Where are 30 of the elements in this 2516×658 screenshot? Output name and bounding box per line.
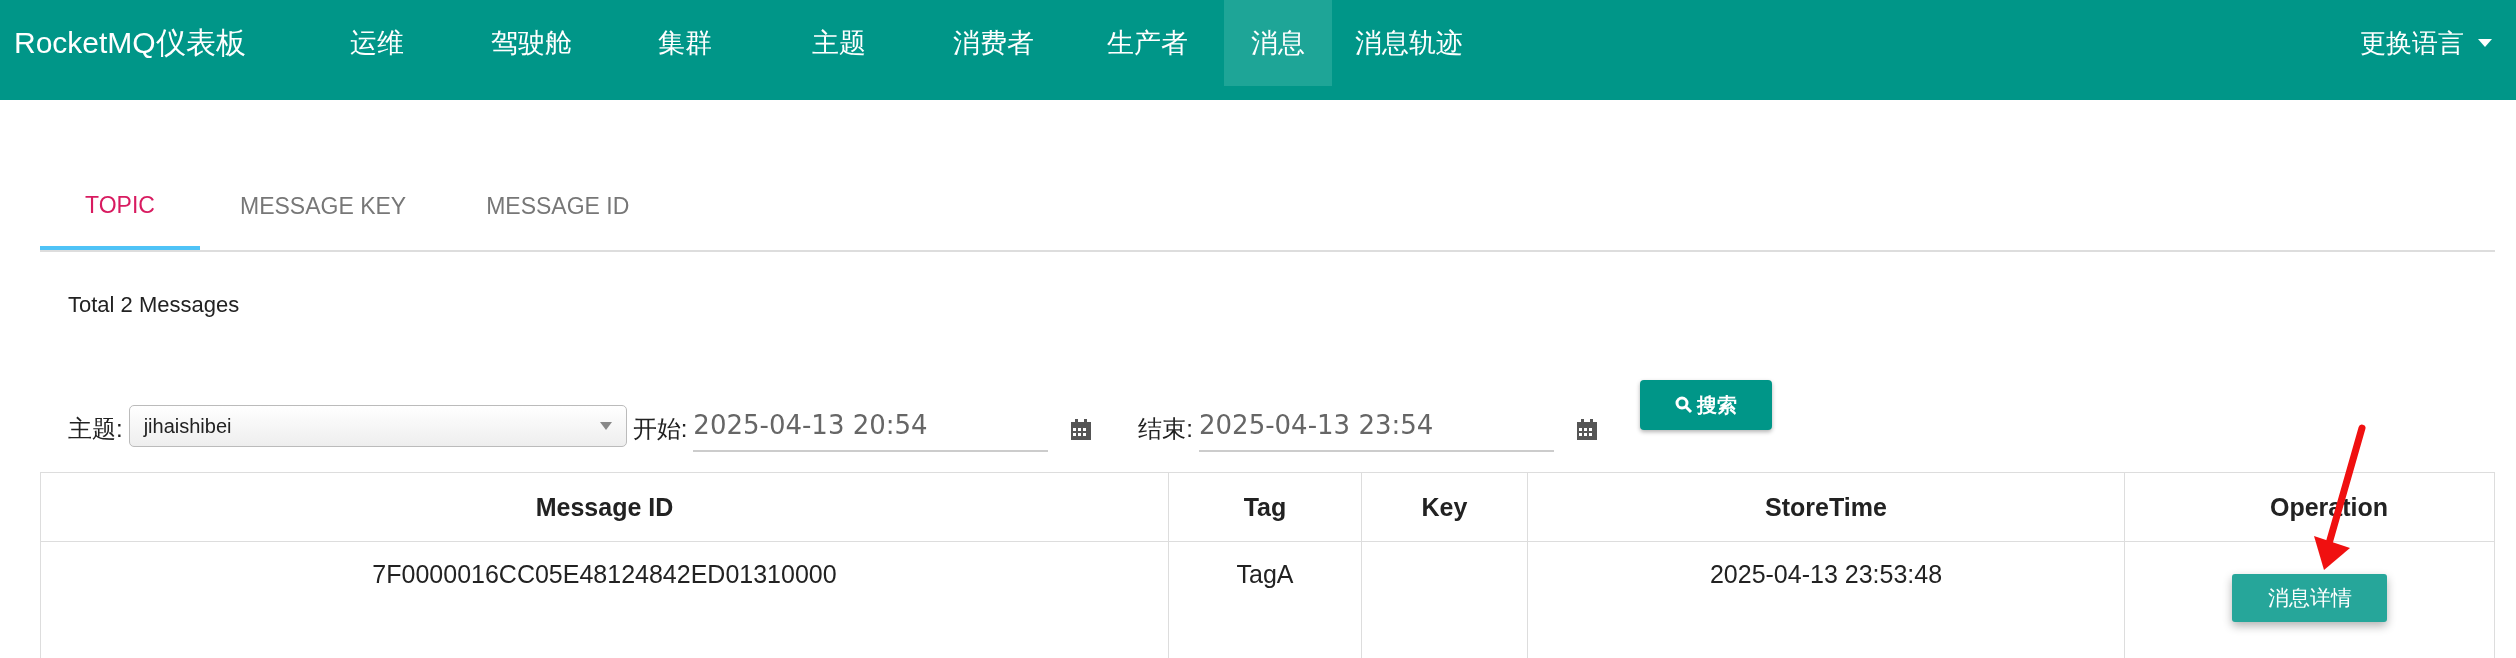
caret-icon xyxy=(2478,39,2492,47)
nav-item[interactable]: 生产者 xyxy=(1070,0,1224,86)
calendar-icon[interactable] xyxy=(1070,419,1093,441)
topic-select[interactable]: jihaishibei xyxy=(128,405,627,447)
nav-item[interactable]: 主题 xyxy=(762,0,916,86)
column-header: Tag xyxy=(1168,472,1362,542)
table-cell: 7F0000016CC05E48124842ED01310000 xyxy=(40,541,1169,658)
brand-title[interactable]: RocketMQ仪表板 xyxy=(0,0,300,86)
topic-label: 主题: xyxy=(68,414,123,444)
start-label: 开始: xyxy=(632,414,688,444)
language-menu[interactable]: 更换语言 xyxy=(2360,0,2516,86)
tab[interactable]: MESSAGE KEY xyxy=(200,164,447,248)
message-detail-button[interactable]: 消息详情 xyxy=(2232,574,2387,622)
end-label: 结束: xyxy=(1138,414,1193,444)
tab[interactable]: MESSAGE ID xyxy=(446,164,670,248)
nav-item[interactable]: 消费者 xyxy=(916,0,1070,86)
search-icon xyxy=(1675,396,1693,414)
column-header: StoreTime xyxy=(1527,472,2125,542)
nav-item[interactable]: 驾驶舱 xyxy=(454,0,608,86)
nav-item[interactable]: 集群 xyxy=(608,0,762,86)
column-header: Message ID xyxy=(40,472,1169,542)
calendar-icon[interactable] xyxy=(1576,419,1598,441)
total-count: Total 2 Messages xyxy=(68,292,241,318)
nav-item[interactable]: 消息轨迹 xyxy=(1332,0,1486,86)
tab[interactable]: TOPIC xyxy=(40,164,200,250)
dropdown-arrow-icon xyxy=(599,422,612,430)
nav-item[interactable]: 运维 xyxy=(300,0,454,86)
column-header: Key xyxy=(1361,472,1528,542)
search-button[interactable]: 搜索 xyxy=(1640,380,1772,430)
nav-item[interactable]: 消息 xyxy=(1224,0,1332,86)
